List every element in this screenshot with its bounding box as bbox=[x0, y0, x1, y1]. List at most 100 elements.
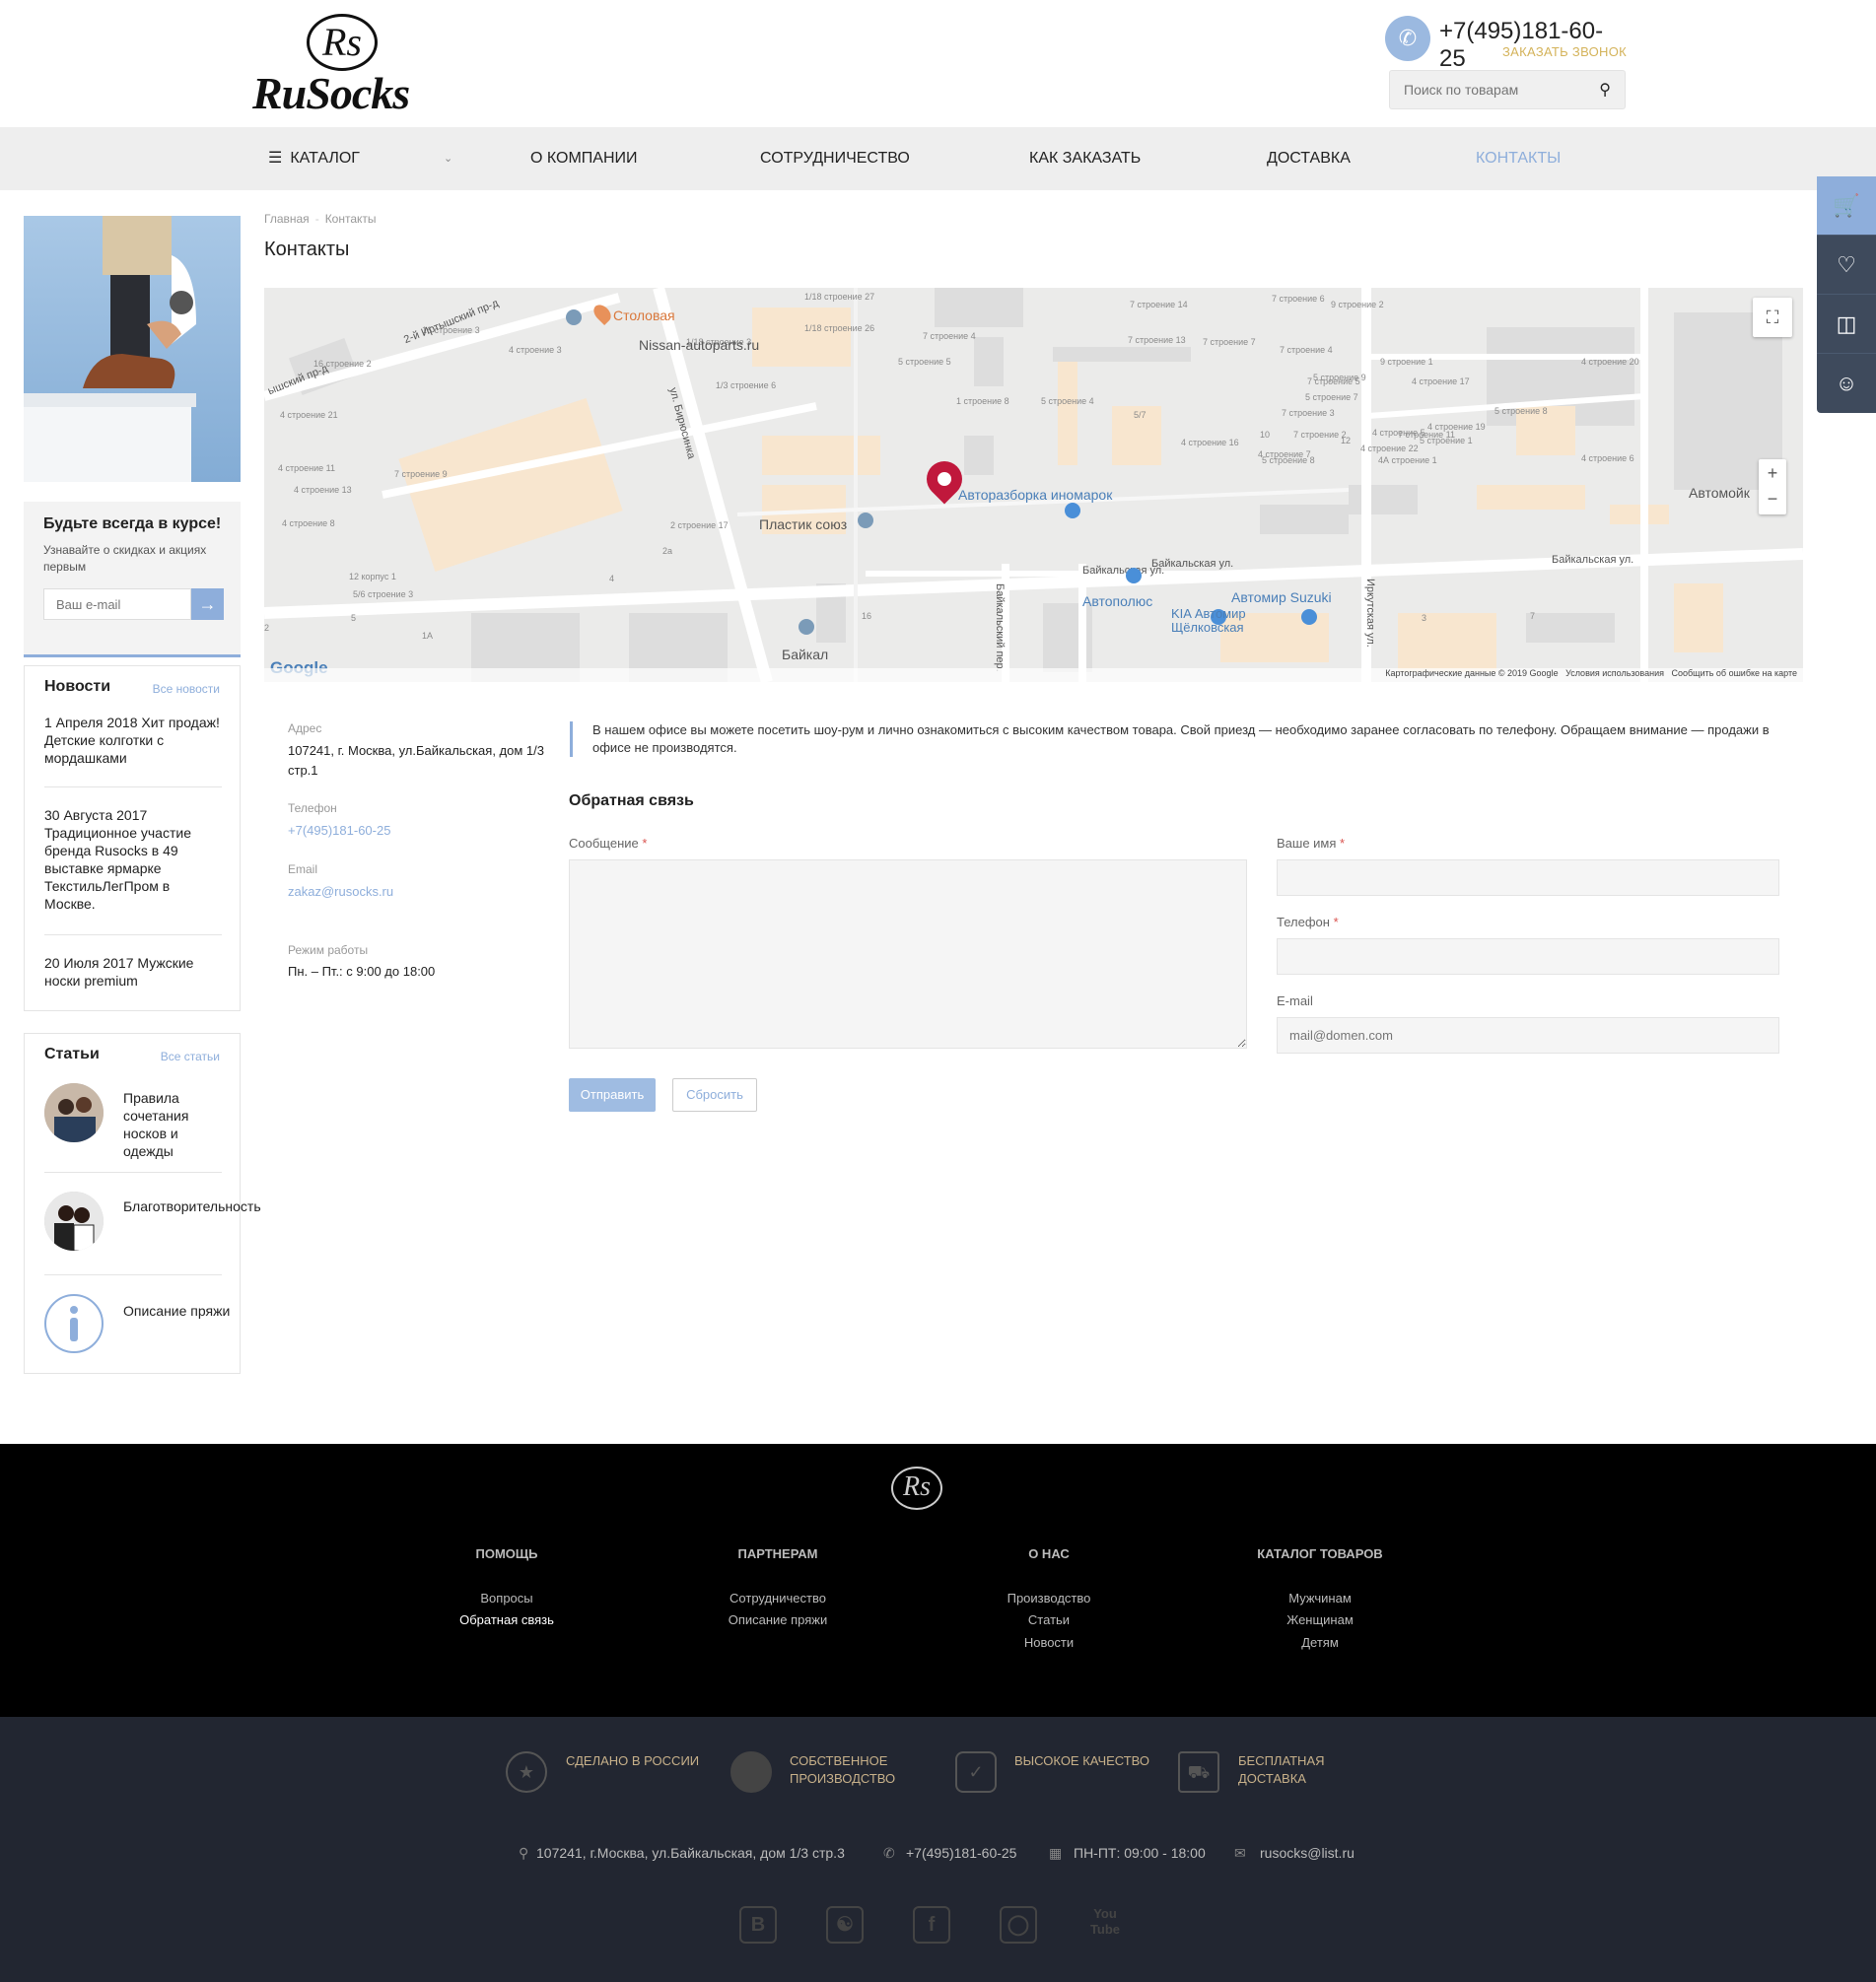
place-pin-icon[interactable] bbox=[566, 309, 582, 325]
footer-logo[interactable]: Rs bbox=[891, 1467, 942, 1510]
street-label: Байкальский пер. bbox=[994, 583, 1006, 672]
breadcrumb-separator: - bbox=[314, 212, 319, 226]
google-map[interactable]: 16 строение 34 строение 3 1/18 строение 3… bbox=[264, 288, 1803, 682]
place-label[interactable]: Автополюс bbox=[1082, 593, 1152, 609]
place-label[interactable]: KIA Автомир Щёлковская bbox=[1171, 607, 1270, 635]
news-item[interactable]: 1 Апреля 2018 Хит продаж! Детские колгот… bbox=[44, 714, 222, 767]
map-report-link[interactable]: Сообщить об ошибке на карте bbox=[1672, 668, 1797, 678]
promo-banner-image[interactable] bbox=[24, 216, 241, 482]
footer-link[interactable]: Обратная связь bbox=[408, 1612, 605, 1627]
footer-link[interactable]: Мужчинам bbox=[1221, 1591, 1419, 1606]
footer-email[interactable]: rusocks@list.ru bbox=[1260, 1845, 1355, 1861]
search-icon[interactable]: ⚲ bbox=[1599, 80, 1611, 100]
email-field[interactable] bbox=[1277, 1017, 1779, 1054]
place-pin-icon[interactable] bbox=[858, 513, 873, 528]
place-label[interactable]: Пластик союз bbox=[759, 516, 847, 532]
news-item[interactable]: 20 Июля 2017 Мужские носки premium bbox=[44, 954, 222, 990]
cart-icon[interactable]: 🛒 bbox=[1817, 176, 1876, 236]
article-title[interactable]: Описание пряжи bbox=[123, 1302, 232, 1320]
place-label[interactable]: Nissan-autoparts.ru bbox=[639, 337, 759, 353]
building-label: 4 строение 6 bbox=[1581, 453, 1634, 463]
place-pin-icon[interactable] bbox=[799, 619, 814, 635]
youtube-icon[interactable]: You Tube bbox=[1086, 1906, 1124, 1944]
odnoklassniki-icon[interactable]: ☯ bbox=[826, 1906, 864, 1944]
footer-link[interactable]: Производство bbox=[950, 1591, 1147, 1606]
place-label[interactable]: Авторазборка иномарок bbox=[958, 487, 1112, 503]
building-label: 7 строение 7 bbox=[1203, 337, 1256, 347]
nav-catalog[interactable]: ☰ КАТАЛОГ ⌄ bbox=[268, 127, 452, 190]
heart-icon[interactable]: ♡ bbox=[1817, 236, 1876, 295]
building-label: 4 строение 20 bbox=[1581, 357, 1639, 367]
instagram-icon[interactable]: ◯ bbox=[1000, 1906, 1037, 1944]
footer-link[interactable]: Женщинам bbox=[1221, 1612, 1419, 1627]
place-label[interactable]: Автомир Suzuki bbox=[1231, 589, 1332, 605]
footer-hours: ПН-ПТ: 09:00 - 18:00 bbox=[1074, 1845, 1206, 1861]
footer-link[interactable]: Новости bbox=[950, 1635, 1147, 1650]
footer-link[interactable]: Вопросы bbox=[408, 1591, 605, 1606]
facebook-icon[interactable]: f bbox=[913, 1906, 950, 1944]
map-terms-link[interactable]: Условия использования bbox=[1565, 668, 1664, 678]
feedback-title: Обратная связь bbox=[569, 792, 694, 809]
logo-wordmark: RuSocks bbox=[252, 68, 410, 118]
news-item[interactable]: 30 Августа 2017 Традиционное участие бре… bbox=[44, 806, 222, 913]
compare-icon[interactable]: ◫ bbox=[1817, 295, 1876, 354]
divider bbox=[44, 786, 222, 787]
place-label[interactable]: Байкал bbox=[782, 647, 828, 662]
all-articles-link[interactable]: Все статьи bbox=[161, 1050, 220, 1063]
news-block: Новости Все новости 1 Апреля 2018 Хит пр… bbox=[24, 665, 241, 1011]
email-label: Email bbox=[288, 862, 318, 876]
russia-badge-icon: ★ bbox=[506, 1751, 547, 1793]
message-textarea[interactable] bbox=[569, 859, 1247, 1049]
street-label: Байкальская ул. bbox=[1552, 554, 1634, 566]
building-label: 7 bbox=[1530, 611, 1536, 621]
place-label[interactable]: Автомойк bbox=[1689, 485, 1750, 501]
nav-cooperation[interactable]: СОТРУДНИЧЕСТВО bbox=[760, 127, 910, 190]
hours-label: Режим работы bbox=[288, 943, 369, 957]
nav-about[interactable]: О КОМПАНИИ bbox=[530, 127, 638, 190]
breadcrumb-home[interactable]: Главная bbox=[264, 212, 310, 226]
footer-phone[interactable]: +7(495)181-60-25 bbox=[906, 1845, 1016, 1861]
subscribe-email-input[interactable] bbox=[43, 588, 191, 620]
article-title[interactable]: Благотворительность bbox=[123, 1197, 261, 1215]
article-thumbnail[interactable] bbox=[44, 1192, 104, 1251]
shop-pin-icon[interactable] bbox=[1126, 568, 1142, 583]
zoom-out-icon[interactable]: − bbox=[1759, 487, 1786, 514]
article-thumbnail[interactable] bbox=[44, 1083, 104, 1142]
building-label: 5 строение 1 bbox=[1420, 436, 1473, 445]
reset-button[interactable]: Сбросить bbox=[672, 1078, 757, 1112]
footer-link[interactable]: Описание пряжи bbox=[679, 1612, 876, 1627]
address-label: Адрес bbox=[288, 721, 322, 735]
arrow-right-icon[interactable]: → bbox=[191, 588, 224, 620]
callback-link[interactable]: ЗАКАЗАТЬ ЗВОНОК bbox=[1502, 44, 1627, 59]
shop-pin-icon[interactable] bbox=[1301, 609, 1317, 625]
building-label: 5 строение 8 bbox=[1494, 406, 1548, 416]
name-field[interactable] bbox=[1277, 859, 1779, 896]
user-icon[interactable]: ☺ bbox=[1817, 354, 1876, 413]
phone-link[interactable]: +7(495)181-60-25 bbox=[288, 823, 390, 838]
email-link[interactable]: zakaz@rusocks.ru bbox=[288, 884, 393, 899]
send-button[interactable]: Отправить bbox=[569, 1078, 656, 1112]
fullscreen-icon[interactable]: ⛶ bbox=[1753, 298, 1792, 337]
building-label: 9 строение 2 bbox=[1331, 300, 1384, 309]
all-news-link[interactable]: Все новости bbox=[153, 682, 220, 696]
place-label[interactable]: Столовая bbox=[613, 308, 675, 323]
phone-icon[interactable]: ✆ bbox=[1385, 16, 1430, 61]
building-label: 4 строение 21 bbox=[280, 410, 338, 420]
article-title[interactable]: Правила сочетания носков и одежды bbox=[123, 1089, 232, 1160]
zoom-in-icon[interactable]: + bbox=[1759, 459, 1786, 487]
site-header: Rs RuSocks ✆ +7(495)181-60-25 ЗАКАЗАТЬ З… bbox=[0, 0, 1876, 127]
nav-how-to-order[interactable]: КАК ЗАКАЗАТЬ bbox=[1029, 127, 1141, 190]
nav-delivery[interactable]: ДОСТАВКА bbox=[1267, 127, 1351, 190]
shop-pin-icon[interactable] bbox=[1065, 503, 1080, 518]
vk-icon[interactable]: B bbox=[739, 1906, 777, 1944]
footer-link[interactable]: Статьи bbox=[950, 1612, 1147, 1627]
info-icon[interactable] bbox=[44, 1294, 104, 1353]
nav-contacts[interactable]: КОНТАКТЫ bbox=[1476, 127, 1561, 190]
building-label: 5 строение 8 bbox=[1262, 455, 1315, 465]
footer-link[interactable]: Детям bbox=[1221, 1635, 1419, 1650]
rusocks-logo[interactable]: Rs RuSocks bbox=[252, 14, 450, 118]
phone-field[interactable] bbox=[1277, 938, 1779, 975]
footer-link[interactable]: Сотрудничество bbox=[679, 1591, 876, 1606]
calendar-icon: ▦ bbox=[1049, 1845, 1063, 1861]
search-input[interactable] bbox=[1390, 71, 1587, 108]
